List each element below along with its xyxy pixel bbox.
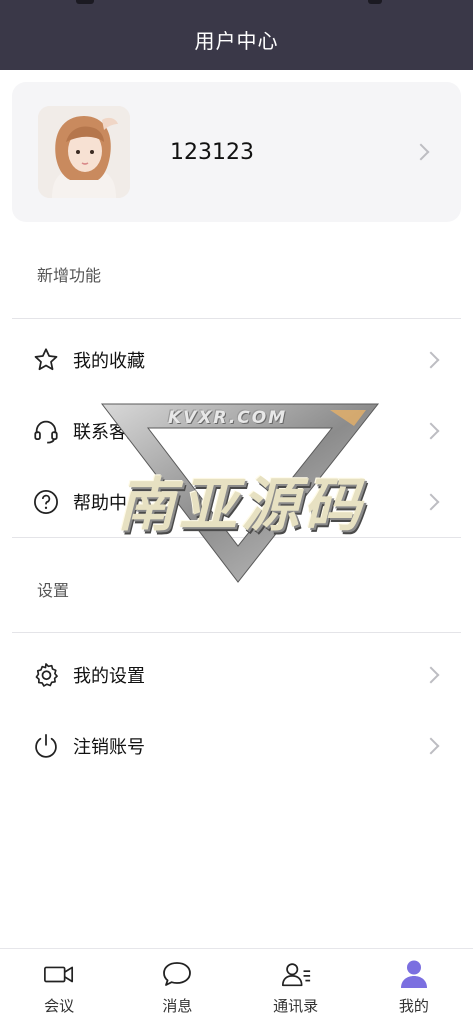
tab-label: 通讯录 [273,997,319,1015]
menu-item-favorites[interactable]: 我的收藏 [0,325,473,395]
menu-item-label: 联系客服 [73,422,145,443]
menu-item-label: 帮助中心 [73,493,145,514]
profile-card[interactable]: 123123 [12,82,461,222]
tab-label: 会议 [44,997,75,1015]
menu-item-label: 注销账号 [73,737,145,758]
chat-bubble-icon [161,959,193,989]
menu-item-label: 我的收藏 [73,351,145,372]
tab-label: 消息 [162,997,193,1015]
bottom-tab-bar: 会议 消息 通讯录 我的 [0,948,473,1024]
app-screen: 用户中心 123123 新增功能 我的收藏 联系客服 帮助中心 设置 我的设置 … [0,0,473,1024]
chevron-right-icon [422,351,440,369]
divider [12,537,461,538]
tab-mine[interactable]: 我的 [355,949,473,1024]
menu-item-customer-service[interactable]: 联系客服 [0,396,473,466]
menu-item-my-settings[interactable]: 我的设置 [0,640,473,710]
menu-item-label: 我的设置 [73,666,145,687]
headset-icon [31,416,61,446]
avatar [38,106,130,198]
status-bar-fragment [368,0,382,4]
menu-item-help-center[interactable]: 帮助中心 [0,467,473,537]
contacts-icon [280,959,312,989]
chevron-right-icon [412,143,430,161]
page-title: 用户中心 [194,29,279,53]
username: 123123 [170,139,254,165]
menu-item-deactivate-account[interactable]: 注销账号 [0,711,473,781]
help-circle-icon [31,487,61,517]
user-icon [398,959,430,989]
chevron-right-icon [422,493,440,511]
tab-contacts[interactable]: 通讯录 [237,949,355,1024]
chevron-right-icon [422,422,440,440]
power-icon [31,731,61,761]
tab-messages[interactable]: 消息 [118,949,236,1024]
section-title-settings: 设置 [37,581,70,600]
divider [12,318,461,319]
video-camera-icon [43,959,75,989]
tab-meeting[interactable]: 会议 [0,949,118,1024]
chevron-right-icon [422,737,440,755]
gear-icon [31,660,61,690]
divider [12,632,461,633]
section-title-new-features: 新增功能 [37,266,102,285]
star-icon [31,345,61,375]
tab-label: 我的 [398,997,429,1015]
top-header: 用户中心 [0,0,473,70]
chevron-right-icon [422,666,440,684]
status-bar-fragment [76,0,94,4]
